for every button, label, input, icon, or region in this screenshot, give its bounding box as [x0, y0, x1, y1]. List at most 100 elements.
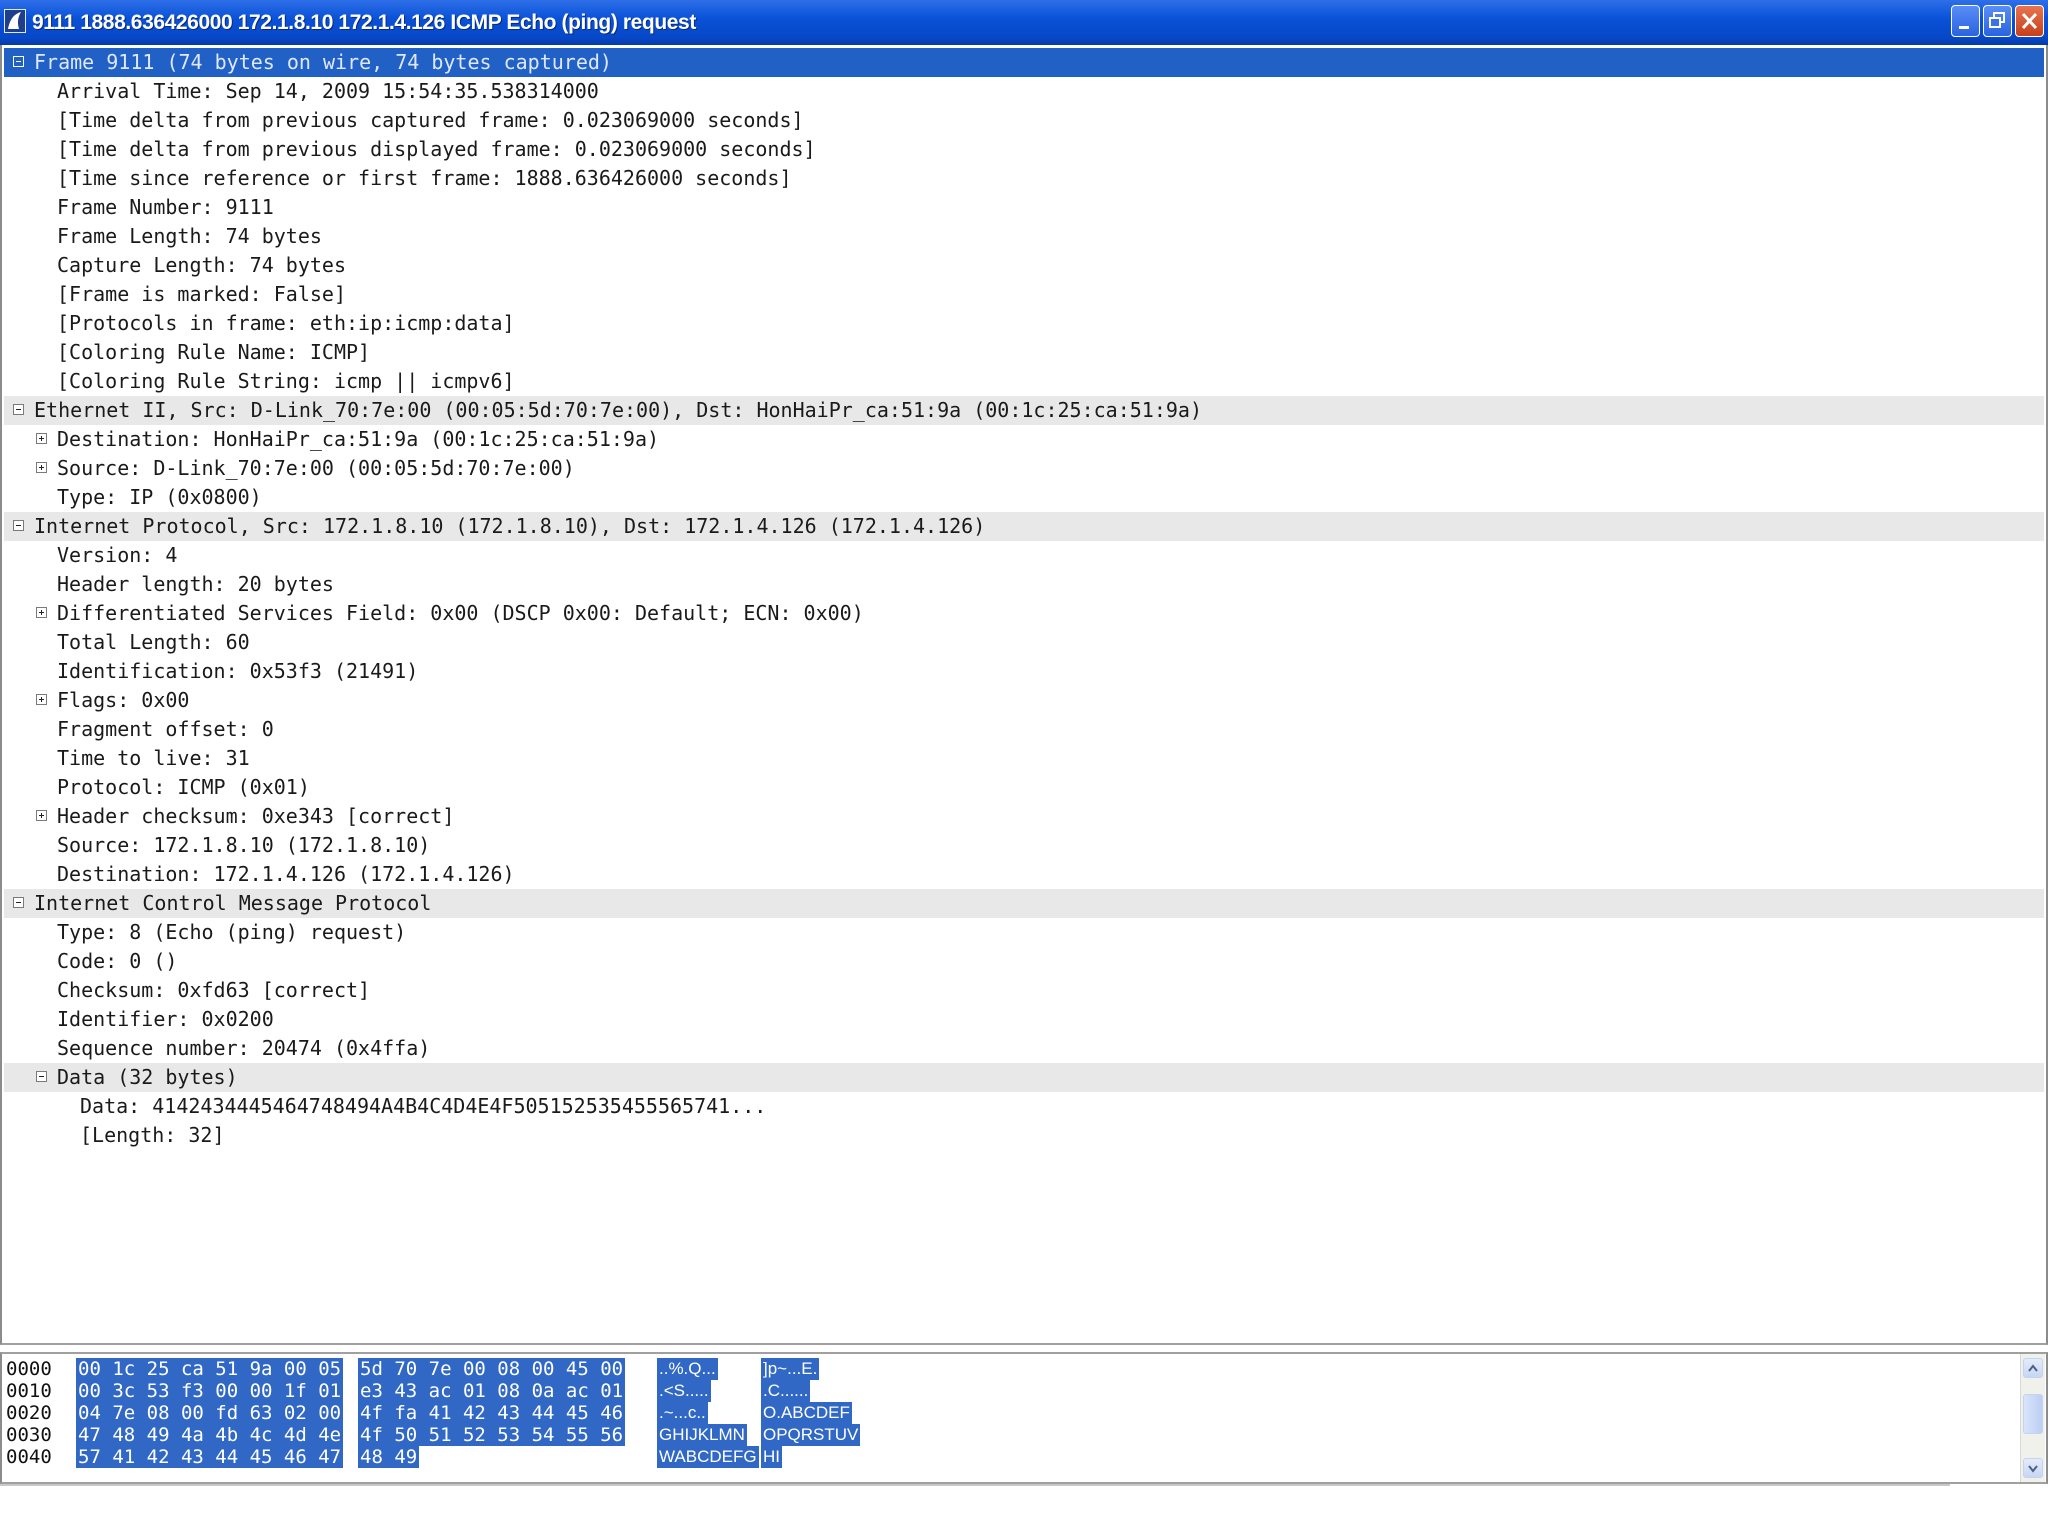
ascii-second-half[interactable]: ]p~...E. [761, 1358, 820, 1380]
hex-bytes-second-half[interactable]: 48 49 [358, 1446, 420, 1468]
tree-row[interactable]: Identifier: 0x0200 [4, 1005, 2044, 1034]
ascii-second-half[interactable]: OPQRSTUV [761, 1424, 861, 1446]
vertical-scrollbar[interactable] [2020, 1354, 2045, 1482]
tree-section-header[interactable]: Ethernet II, Src: D-Link_70:7e:00 (00:05… [4, 396, 2044, 425]
tree-row[interactable]: Protocol: ICMP (0x01) [4, 773, 2044, 802]
ascii-second-half[interactable]: HI [761, 1446, 782, 1468]
tree-section-header[interactable]: Frame 9111 (74 bytes on wire, 74 bytes c… [4, 48, 2044, 77]
tree-row[interactable]: Type: IP (0x0800) [4, 483, 2044, 512]
hex-bytes-first-half[interactable]: 00 1c 25 ca 51 9a 00 05 [76, 1358, 344, 1380]
hex-bytes-first-half[interactable]: 47 48 49 4a 4b 4c 4d 4e [76, 1424, 344, 1446]
tree-row[interactable]: Type: 8 (Echo (ping) request) [4, 918, 2044, 947]
tree-row[interactable]: Checksum: 0xfd63 [correct] [4, 976, 2044, 1005]
tree-row[interactable]: Differentiated Services Field: 0x00 (DSC… [4, 599, 2044, 628]
hex-bytes-first-half[interactable]: 57 41 42 43 44 45 46 47 [76, 1446, 344, 1468]
tree-row-label: Data: 4142434445464748494A4B4C4D4E4F5051… [80, 1094, 767, 1118]
tree-row[interactable]: Flags: 0x00 [4, 686, 2044, 715]
tree-row[interactable]: Total Length: 60 [4, 628, 2044, 657]
tree-row-label: Frame Number: 9111 [57, 195, 274, 219]
restore-icon [1989, 12, 2005, 28]
tree-row[interactable]: Header length: 20 bytes [4, 570, 2044, 599]
tree-row[interactable]: Fragment offset: 0 [4, 715, 2044, 744]
hex-bytes-second-half[interactable]: 4f fa 41 42 43 44 45 46 [358, 1402, 626, 1424]
wireshark-fin-icon [4, 9, 26, 33]
ascii-second-half[interactable]: O.ABCDEF [761, 1402, 852, 1424]
ascii-first-half[interactable]: .~...c.. [657, 1402, 708, 1424]
collapse-icon[interactable] [36, 1071, 47, 1082]
collapse-icon[interactable] [13, 56, 24, 67]
ascii-first-half[interactable]: .<S..... [657, 1380, 711, 1402]
tree-row[interactable]: Data: 4142434445464748494A4B4C4D4E4F5051… [4, 1092, 2044, 1121]
collapse-icon[interactable] [13, 897, 24, 908]
tree-row-label: Destination: 172.1.4.126 (172.1.4.126) [57, 862, 515, 886]
tree-row[interactable]: Frame Length: 74 bytes [4, 222, 2044, 251]
tree-row[interactable]: [Time delta from previous captured frame… [4, 106, 2044, 135]
tree-row-label: Total Length: 60 [57, 630, 250, 654]
tree-row-label: Frame Length: 74 bytes [57, 224, 322, 248]
minimize-icon [1959, 26, 1969, 29]
packet-bytes-pane[interactable]: 0000 00 1c 25 ca 51 9a 00 05 5d 70 7e 00 0… [0, 1352, 2048, 1484]
restore-button[interactable] [1983, 5, 2012, 37]
tree-row[interactable]: [Length: 32] [4, 1121, 2044, 1150]
hex-bytes-second-half[interactable]: e3 43 ac 01 08 0a ac 01 [358, 1380, 626, 1402]
hex-bytes-first-half[interactable]: 04 7e 08 00 fd 63 02 00 [76, 1402, 344, 1424]
tree-row[interactable]: Header checksum: 0xe343 [correct] [4, 802, 2044, 831]
tree-row[interactable]: Arrival Time: Sep 14, 2009 15:54:35.5383… [4, 77, 2044, 106]
packet-details-tree[interactable]: Frame 9111 (74 bytes on wire, 74 bytes c… [0, 45, 2048, 1345]
minimize-button[interactable] [1951, 5, 1980, 37]
tree-row-label: Internet Protocol, Src: 172.1.8.10 (172.… [34, 514, 986, 538]
collapse-icon[interactable] [13, 520, 24, 531]
scroll-down-button[interactable] [2023, 1458, 2043, 1478]
tree-row[interactable]: [Time delta from previous displayed fram… [4, 135, 2044, 164]
tree-row[interactable]: Frame Number: 9111 [4, 193, 2044, 222]
tree-row[interactable]: [Coloring Rule String: icmp || icmpv6] [4, 367, 2044, 396]
tree-row-label: [Protocols in frame: eth:ip:icmp:data] [57, 311, 515, 335]
ascii-first-half[interactable]: WABCDEFG [657, 1446, 759, 1468]
ascii-first-half[interactable]: ..%.Q... [657, 1358, 718, 1380]
tree-row[interactable]: Identification: 0x53f3 (21491) [4, 657, 2044, 686]
collapse-icon[interactable] [13, 404, 24, 415]
horizontal-scrollbar[interactable] [0, 1484, 1950, 1486]
tree-row[interactable]: Data (32 bytes) [4, 1063, 2044, 1092]
tree-row[interactable]: Source: 172.1.8.10 (172.1.8.10) [4, 831, 2044, 860]
tree-row[interactable]: [Time since reference or first frame: 18… [4, 164, 2044, 193]
tree-row[interactable]: Time to live: 31 [4, 744, 2044, 773]
tree-row[interactable]: Version: 4 [4, 541, 2044, 570]
tree-row[interactable]: Destination: 172.1.4.126 (172.1.4.126) [4, 860, 2044, 889]
tree-row-label: Protocol: ICMP (0x01) [57, 775, 310, 799]
ascii-first-half[interactable]: GHIJKLMN [657, 1424, 747, 1446]
tree-row[interactable]: Source: D-Link_70:7e:00 (00:05:5d:70:7e:… [4, 454, 2044, 483]
tree-row-label: [Frame is marked: False] [57, 282, 346, 306]
tree-row-label: Source: 172.1.8.10 (172.1.8.10) [57, 833, 431, 857]
expand-icon[interactable] [36, 694, 47, 705]
tree-row-label: Arrival Time: Sep 14, 2009 15:54:35.5383… [57, 79, 599, 103]
tree-row[interactable]: Sequence number: 20474 (0x4ffa) [4, 1034, 2044, 1063]
ascii-second-half[interactable]: .C...... [761, 1380, 811, 1402]
tree-row[interactable]: [Coloring Rule Name: ICMP] [4, 338, 2044, 367]
tree-section-header[interactable]: Internet Protocol, Src: 172.1.8.10 (172.… [4, 512, 2044, 541]
expand-icon[interactable] [36, 810, 47, 821]
expand-icon[interactable] [36, 462, 47, 473]
tree-row-label: Fragment offset: 0 [57, 717, 274, 741]
tree-row[interactable]: Code: 0 () [4, 947, 2044, 976]
expand-icon[interactable] [36, 433, 47, 444]
scroll-up-button[interactable] [2023, 1358, 2043, 1378]
tree-row[interactable]: Capture Length: 74 bytes [4, 251, 2044, 280]
tree-row[interactable]: Destination: HonHaiPr_ca:51:9a (00:1c:25… [4, 425, 2044, 454]
tree-row-label: [Time delta from previous displayed fram… [57, 137, 816, 161]
tree-row[interactable]: [Frame is marked: False] [4, 280, 2044, 309]
tree-row-label: Type: IP (0x0800) [57, 485, 262, 509]
tree-section-header[interactable]: Internet Control Message Protocol [4, 889, 2044, 918]
hex-bytes-second-half[interactable]: 5d 70 7e 00 08 00 45 00 [358, 1358, 626, 1380]
hex-offset: 0030 [6, 1424, 52, 1446]
hex-offset: 0010 [6, 1380, 52, 1402]
hex-bytes-second-half[interactable]: 4f 50 51 52 53 54 55 56 [358, 1424, 626, 1446]
expand-icon[interactable] [36, 607, 47, 618]
scrollbar-thumb[interactable] [2023, 1394, 2043, 1434]
tree-row[interactable]: [Protocols in frame: eth:ip:icmp:data] [4, 309, 2044, 338]
tree-row-label: Identifier: 0x0200 [57, 1007, 274, 1031]
tree-row-label: Flags: 0x00 [57, 688, 190, 712]
hex-bytes-first-half[interactable]: 00 3c 53 f3 00 00 1f 01 [76, 1380, 344, 1402]
close-button[interactable] [2015, 5, 2044, 37]
tree-row-label: Identification: 0x53f3 (21491) [57, 659, 419, 683]
